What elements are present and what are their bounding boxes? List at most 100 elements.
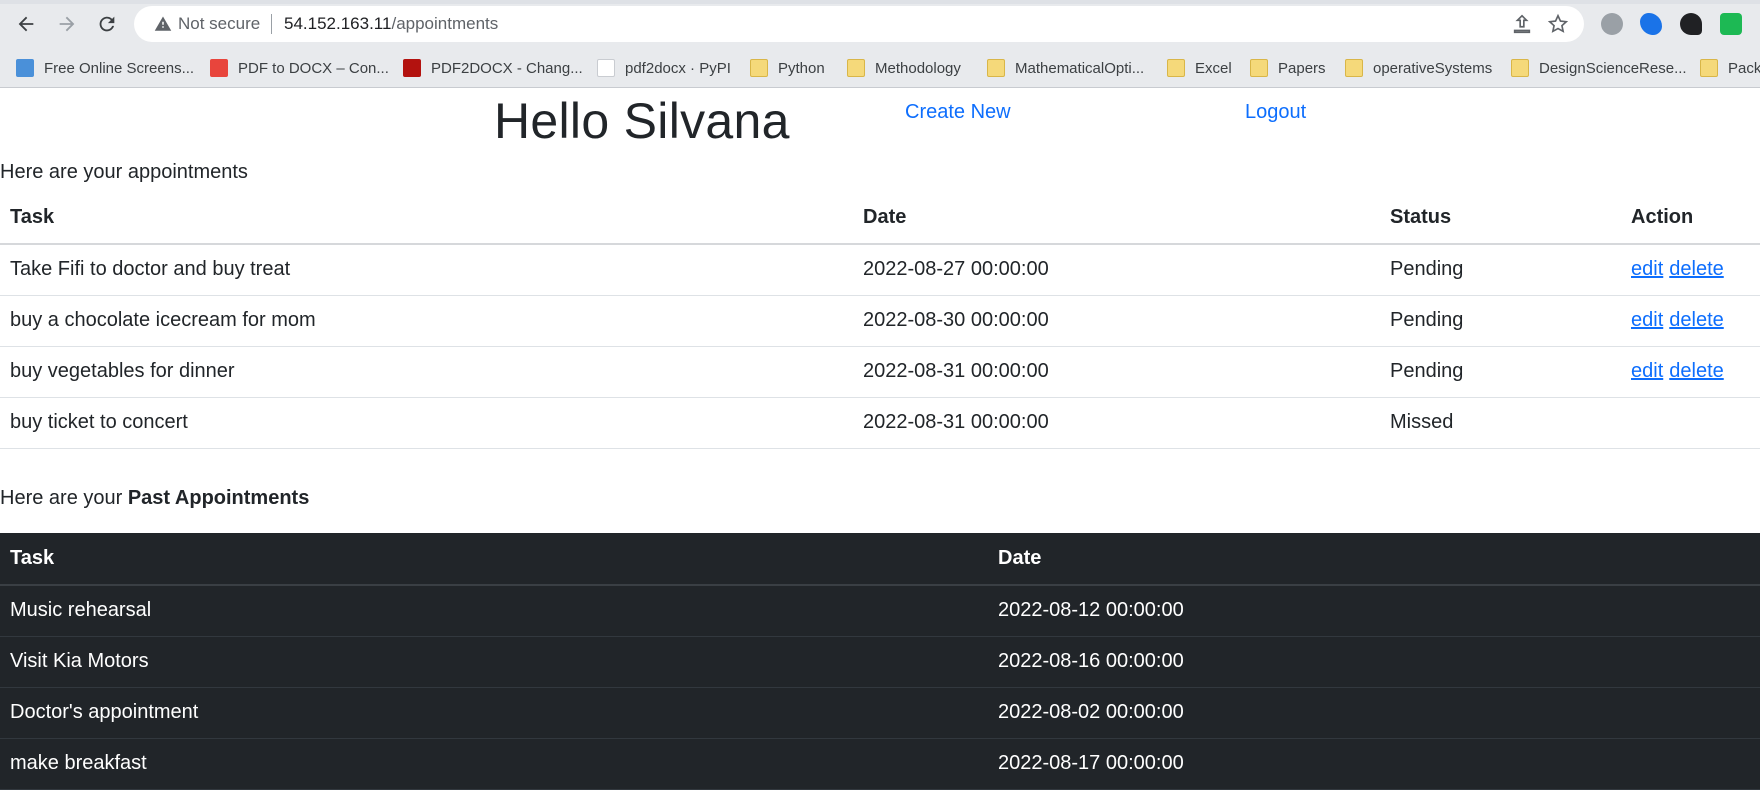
table-row: Visit Kia Motors 2022-08-16 00:00:00 (0, 636, 1760, 688)
task-cell: buy a chocolate icecream for mom (0, 295, 853, 347)
folder-icon (1345, 59, 1363, 77)
column-header-task: Task (0, 192, 853, 245)
reload-button[interactable] (91, 10, 123, 38)
logout-link[interactable]: Logout (1245, 101, 1306, 124)
bookmark-label: Methodology (875, 59, 961, 77)
task-cell: Take Fifi to doctor and buy treat (0, 244, 853, 296)
date-cell: 2022-08-16 00:00:00 (988, 636, 1760, 688)
date-cell: 2022-08-31 00:00:00 (853, 346, 1380, 398)
back-button[interactable] (10, 10, 42, 38)
bookmark-label: PDF to DOCX – Con... (238, 59, 389, 77)
bookmark-label: Excel (1195, 59, 1232, 77)
bookmark-label: Papers (1278, 59, 1326, 77)
delete-link[interactable]: delete (1669, 258, 1724, 280)
table-row: make breakfast 2022-08-17 00:00:00 (0, 738, 1760, 790)
url-text: 54.152.163.11/appointments (284, 14, 498, 34)
bookmark-item[interactable]: operativeSystems (1345, 56, 1492, 80)
share-icon[interactable] (1511, 13, 1533, 35)
bookmark-label: operativeSystems (1373, 59, 1493, 77)
bookmark-label: Packt (1728, 59, 1760, 77)
bookmark-item[interactable]: Methodology (847, 56, 961, 80)
folder-icon (1250, 59, 1268, 77)
table-row: Music rehearsal 2022-08-12 00:00:00 (0, 585, 1760, 637)
edit-link[interactable]: edit (1631, 258, 1663, 280)
forward-button[interactable] (51, 10, 83, 38)
date-cell: 2022-08-12 00:00:00 (988, 585, 1760, 637)
delete-link[interactable]: delete (1669, 309, 1724, 331)
status-cell: Missed (1380, 397, 1621, 449)
action-cell (1621, 397, 1760, 449)
task-cell: buy vegetables for dinner (0, 346, 853, 398)
address-bar[interactable]: Not secure 54.152.163.11/appointments (134, 6, 1584, 42)
table-row: Doctor's appointment 2022-08-02 00:00:00 (0, 687, 1760, 739)
page-content: Hello Silvana Create New Logout Here are… (0, 88, 1760, 791)
back-arrow-icon (18, 16, 34, 32)
past-appointments-intro: Here are your Past Appointments (0, 487, 309, 510)
status-cell: Pending (1380, 346, 1621, 398)
url-host: 54.152.163.11 (284, 14, 392, 33)
create-new-link[interactable]: Create New (905, 101, 1011, 124)
column-header-date: Date (853, 192, 1380, 245)
bookmark-label: Free Online Screens... (44, 59, 195, 77)
bookmark-label: Python (778, 59, 825, 77)
folder-icon (987, 59, 1005, 77)
bookmark-item[interactable]: Packt (1700, 56, 1760, 80)
folder-icon (847, 59, 865, 77)
appointments-table: Task Date Status Action Take Fifi to doc… (0, 192, 1760, 449)
status-cell: Pending (1380, 295, 1621, 347)
column-header-date: Date (988, 533, 1760, 586)
past-intro-bold: Past Appointments (127, 487, 310, 509)
star-icon[interactable] (1547, 13, 1569, 35)
table-header-row: Task Date Status Action (0, 192, 1760, 245)
tab-strip-edge (0, 0, 1760, 4)
edit-link[interactable]: edit (1631, 309, 1663, 331)
table-row: Take Fifi to doctor and buy treat 2022-0… (0, 244, 1760, 296)
task-cell: Visit Kia Motors (0, 636, 988, 688)
bookmark-item[interactable]: Python (750, 56, 825, 80)
bookmark-item[interactable]: Free Online Screens... (16, 56, 194, 80)
pdf-icon (210, 59, 228, 77)
bookmark-label: pdf2docx · PyPI (625, 59, 731, 77)
browser-toolbar: Not secure 54.152.163.11/appointments (0, 0, 1760, 48)
bookmark-item[interactable]: Papers (1250, 56, 1326, 80)
task-cell: Music rehearsal (0, 585, 988, 637)
not-secure-label: Not secure (178, 14, 261, 33)
bird-extension-icon[interactable] (1680, 13, 1702, 35)
address-separator (271, 14, 272, 34)
folder-icon (1700, 59, 1718, 77)
url-path: /appointments (391, 14, 499, 33)
edit-link[interactable]: edit (1631, 360, 1663, 382)
date-cell: 2022-08-17 00:00:00 (988, 738, 1760, 790)
bookmark-item[interactable]: PDF2DOCX - Chang... (403, 56, 583, 80)
past-appointments-table: Task Date Music rehearsal 2022-08-12 00:… (0, 533, 1760, 790)
reload-icon (99, 16, 115, 32)
feather-extension-icon[interactable] (1640, 13, 1662, 35)
bookmark-item[interactable]: MathematicalOpti... (987, 56, 1144, 80)
task-cell: make breakfast (0, 738, 988, 790)
task-cell: Doctor's appointment (0, 687, 988, 739)
column-header-task: Task (0, 533, 988, 586)
power-extension-icon[interactable] (1601, 13, 1623, 35)
table-row: buy a chocolate icecream for mom 2022-08… (0, 295, 1760, 347)
date-cell: 2022-08-31 00:00:00 (853, 397, 1380, 449)
bookmark-item[interactable]: DesignScienceRese... (1511, 56, 1687, 80)
date-cell: 2022-08-30 00:00:00 (853, 295, 1380, 347)
action-cell: edit delete (1621, 244, 1760, 296)
green-extension-icon[interactable] (1720, 13, 1742, 35)
pdf-icon (403, 59, 421, 77)
date-cell: 2022-08-02 00:00:00 (988, 687, 1760, 739)
page-title: Hello Silvana (494, 93, 790, 149)
delete-link[interactable]: delete (1669, 360, 1724, 382)
table-row: buy ticket to concert 2022-08-31 00:00:0… (0, 397, 1760, 449)
folder-icon (1167, 59, 1185, 77)
past-intro-prefix: Here are your (0, 487, 128, 509)
table-header-row: Task Date (0, 533, 1760, 586)
bookmark-label: MathematicalOpti... (1015, 59, 1145, 77)
action-cell: edit delete (1621, 295, 1760, 347)
pypi-icon (597, 59, 615, 77)
forward-arrow-icon (59, 16, 75, 32)
column-header-status: Status (1380, 192, 1621, 245)
bookmark-item[interactable]: PDF to DOCX – Con... (210, 56, 389, 80)
bookmark-item[interactable]: Excel (1167, 56, 1232, 80)
bookmark-item[interactable]: pdf2docx · PyPI (597, 56, 731, 80)
